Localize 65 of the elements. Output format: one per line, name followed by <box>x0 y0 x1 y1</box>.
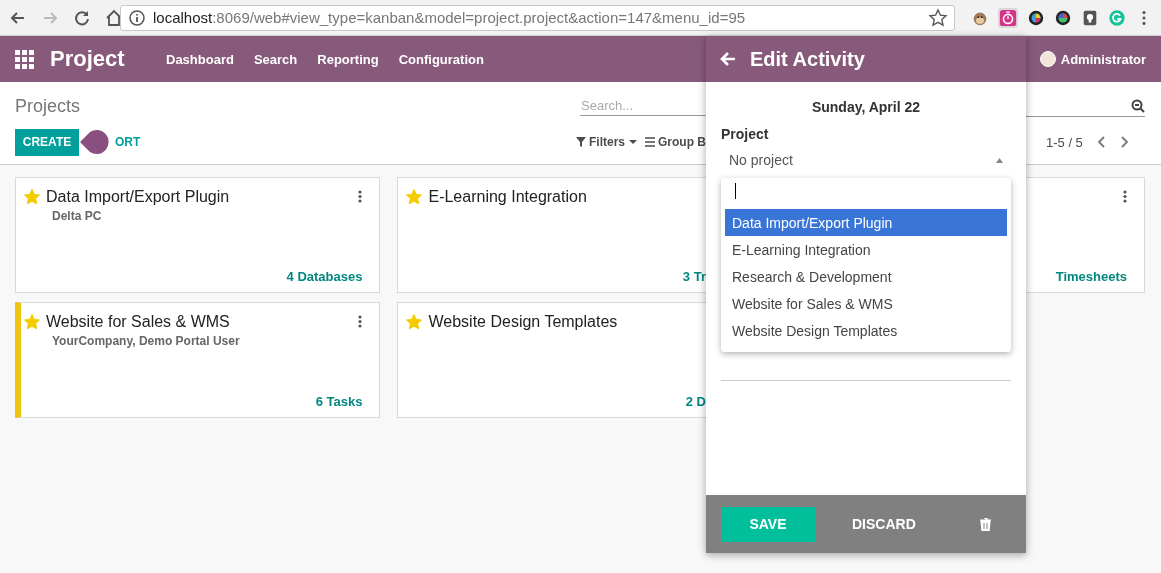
kebab-menu-icon[interactable] <box>358 315 363 328</box>
project-card[interactable]: Data Import/Export Plugin Delta PC 4 Databases <box>15 177 381 293</box>
project-card[interactable]: Website for Sales & WMS YourCompany, Demo Portal User 6 Tasks <box>15 302 381 418</box>
import-link[interactable]: ORT <box>115 135 141 149</box>
card-subtitle: Delta PC <box>52 209 103 223</box>
card-subtitle: YourCompany, Demo Portal User <box>52 334 241 348</box>
filter-icon <box>576 137 586 147</box>
card-title: E-Learning Integration <box>428 188 588 206</box>
caret-up-icon <box>996 157 1003 163</box>
card-footer-link[interactable]: 4 Databases <box>286 269 363 284</box>
page-title: Projects <box>15 95 81 117</box>
info-icon[interactable] <box>127 7 147 28</box>
caret-icon <box>628 137 638 147</box>
search-field[interactable]: Search... <box>580 96 706 116</box>
card-footer-link[interactable]: Timesheets <box>1055 269 1127 284</box>
discard-button[interactable]: DISCARD <box>852 516 916 532</box>
address-bar[interactable]: localhost:8069/web#view_type=kanban&model=project.project&action=147&menu_id=95 <box>120 4 955 31</box>
url-text: localhost:8069/web#view_type=kanban&model=project.project&action=147&menu_id=95 <box>153 9 747 26</box>
create-button[interactable]: CREATE <box>15 128 79 156</box>
star-icon[interactable] <box>406 189 423 205</box>
app-title: Project <box>50 46 126 72</box>
star-icon[interactable] <box>406 314 423 330</box>
panel-title: Edit Activity <box>750 47 865 71</box>
kebab-menu-icon[interactable] <box>1123 190 1127 203</box>
project-card[interactable]: Timesheets <box>1026 177 1145 293</box>
menu-item[interactable]: Dashboard <box>166 51 234 67</box>
trash-icon[interactable] <box>980 517 991 531</box>
dropdown-option[interactable]: Website Design Templates <box>725 317 1007 344</box>
card-footer-link[interactable]: 2 D <box>685 394 706 409</box>
menu-item[interactable]: Configuration <box>398 51 484 67</box>
dropdown-option[interactable]: E-Learning Integration <box>725 236 1007 263</box>
date-heading: Sunday, April 22 <box>811 99 921 115</box>
back-arrow-icon[interactable] <box>720 51 736 67</box>
star-icon[interactable] <box>24 189 40 205</box>
next-chevron-icon[interactable] <box>1119 136 1129 148</box>
menu-item[interactable]: Search <box>253 51 298 67</box>
filters-button[interactable]: Filters <box>576 135 638 149</box>
color-wheel-icon[interactable] <box>1054 8 1072 27</box>
color-wheel-icon[interactable] <box>1027 8 1045 27</box>
star-outline-icon[interactable] <box>928 7 948 28</box>
previous-chevron-icon[interactable] <box>1096 136 1106 148</box>
field-label: Project <box>721 126 769 142</box>
pager-value: 1-5 / 5 <box>1046 134 1083 150</box>
card-footer-link[interactable]: 6 Tasks <box>315 394 363 409</box>
avatar-icon <box>1039 51 1056 67</box>
menu-item[interactable]: Reporting <box>317 51 379 67</box>
list-icon <box>645 137 655 147</box>
user-name[interactable]: Administrator <box>1060 51 1146 67</box>
card-footer-link[interactable]: 3 Tr <box>682 269 706 284</box>
dropdown-option[interactable]: Data Import/Export Plugin <box>725 209 1007 236</box>
search-icon[interactable] <box>1131 98 1145 113</box>
apps-grid-icon[interactable] <box>15 49 34 69</box>
dropdown-option[interactable]: Research & Development <box>725 263 1007 290</box>
project-select[interactable]: No project <box>721 148 1011 172</box>
text-cursor <box>735 183 736 199</box>
star-icon[interactable] <box>24 314 40 330</box>
group-by-button[interactable]: Group B <box>645 135 706 149</box>
stopwatch-icon[interactable] <box>999 8 1017 27</box>
card-title: Data Import/Export Plugin <box>46 188 231 206</box>
project-card[interactable]: E-Learning Integration 3 Tr <box>397 177 706 293</box>
card-title: Website for Sales & WMS <box>46 313 231 331</box>
dropdown-option[interactable]: Website for Sales & WMS <box>725 290 1007 317</box>
card-title: Website Design Templates <box>428 313 619 331</box>
kebab-menu-icon[interactable] <box>358 190 363 203</box>
project-card[interactable]: Website Design Templates 2 D <box>397 302 706 418</box>
